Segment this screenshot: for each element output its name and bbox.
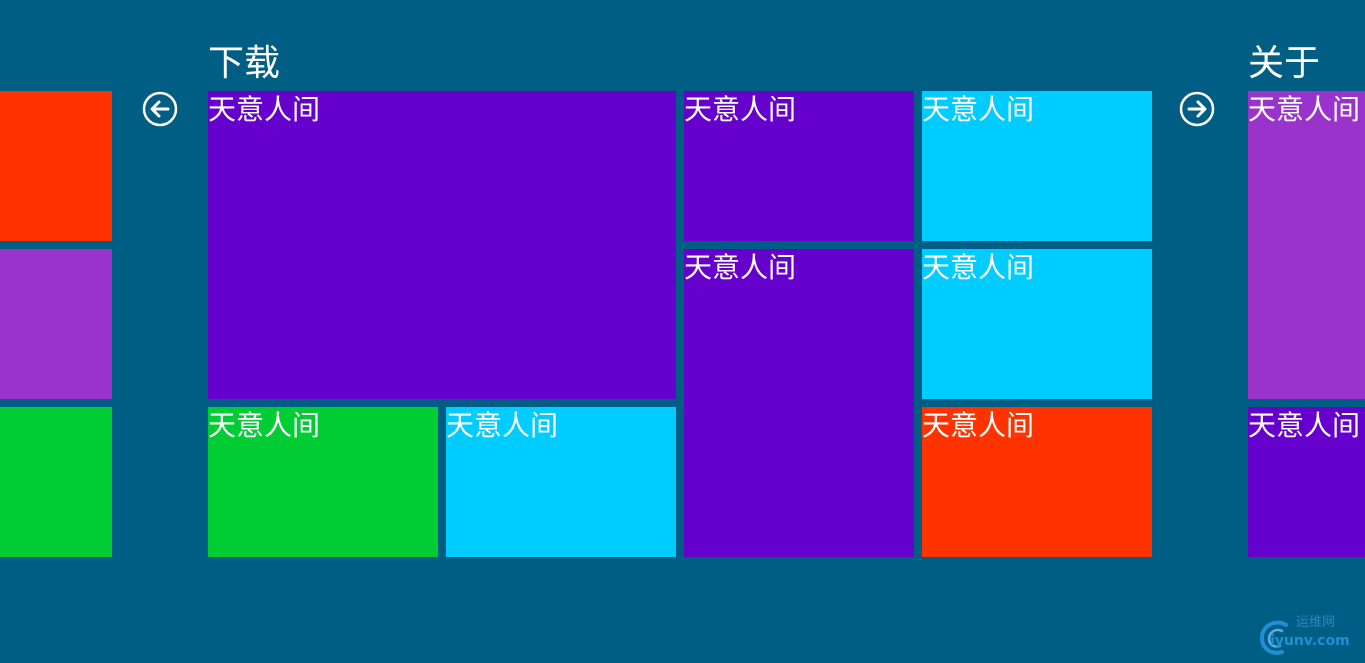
group-title-about[interactable]: 关于 <box>1248 42 1320 86</box>
watermark: 运维网 iyunv.com <box>1256 611 1361 657</box>
forward-arrow-button[interactable] <box>1179 91 1215 127</box>
tile-label: 天意人间 <box>922 251 1035 284</box>
download-tile-tall[interactable]: 天意人间 <box>684 249 914 557</box>
tile-label: 天意人间 <box>446 409 559 442</box>
tile-label: 天意人间 <box>208 409 321 442</box>
back-arrow-button[interactable] <box>142 91 178 127</box>
arrow-right-circle-icon <box>1179 91 1215 127</box>
download-tile-3[interactable]: 天意人间 <box>446 407 676 557</box>
left-group-tile-3[interactable] <box>0 407 112 557</box>
about-tile-2[interactable]: 天意人间 <box>1248 407 1365 557</box>
about-tile-1[interactable]: 天意人间 <box>1248 91 1365 399</box>
tile-label: 天意人间 <box>922 93 1035 126</box>
arrow-left-circle-icon <box>142 91 178 127</box>
tile-label: 天意人间 <box>684 93 797 126</box>
download-tile-4[interactable]: 天意人间 <box>684 91 914 241</box>
download-tile-wide[interactable]: 天意人间 <box>208 91 676 399</box>
watermark-domain: iyunv.com <box>1270 633 1350 649</box>
left-group-tile-2[interactable] <box>0 249 112 399</box>
start-screen: 下载 天意人间 天意人间 天意人间 天意人间 天意人间 天意人间 天意人间 天意… <box>0 0 1365 663</box>
group-title-download[interactable]: 下载 <box>208 42 280 86</box>
download-tile-8[interactable]: 天意人间 <box>922 407 1152 557</box>
download-tile-6[interactable]: 天意人间 <box>922 91 1152 241</box>
tile-label: 天意人间 <box>922 409 1035 442</box>
tile-label: 天意人间 <box>1248 93 1361 126</box>
tile-label: 天意人间 <box>1248 409 1361 442</box>
download-tile-7[interactable]: 天意人间 <box>922 249 1152 399</box>
watermark-title: 运维网 <box>1296 615 1336 630</box>
tile-label: 天意人间 <box>684 251 797 284</box>
download-tile-2[interactable]: 天意人间 <box>208 407 438 557</box>
left-group-tile-1[interactable] <box>0 91 112 241</box>
tile-label: 天意人间 <box>208 93 321 126</box>
